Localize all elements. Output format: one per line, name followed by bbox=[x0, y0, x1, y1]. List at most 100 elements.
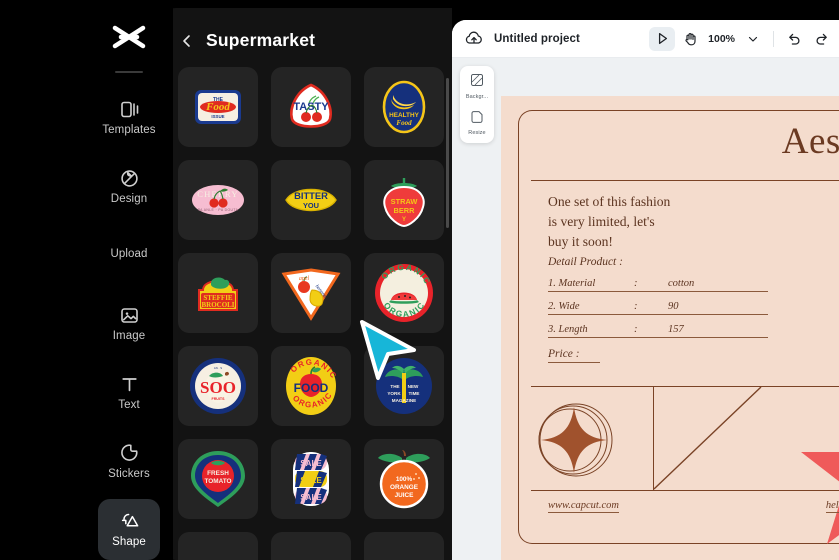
sticker-bitter-you-lemon[interactable]: BITTER YOU bbox=[271, 160, 351, 240]
red-star-shape bbox=[801, 452, 839, 544]
svg-text:FOOD: FOOD bbox=[294, 381, 329, 395]
svg-text:CHERRY: CHERRY bbox=[197, 189, 239, 199]
chevron-down-icon[interactable] bbox=[740, 27, 766, 51]
redo-icon[interactable] bbox=[809, 27, 835, 51]
pointer-cursor bbox=[360, 320, 416, 380]
sticker-strawberry[interactable]: STRAW BERR Y bbox=[364, 160, 444, 240]
sticker-partial-orange-badge[interactable] bbox=[178, 532, 258, 560]
design-page[interactable]: Aesthetic One set of this fashion is ver… bbox=[501, 96, 839, 560]
svg-text:100%: 100% bbox=[396, 476, 413, 483]
footer-website[interactable]: www.capcut.com bbox=[548, 500, 619, 513]
svg-text:YORK: YORK bbox=[387, 391, 401, 396]
detail-key: 1. Material bbox=[548, 278, 596, 289]
svg-text:Y: Y bbox=[402, 217, 406, 223]
editor-topbar: Untitled project 100% bbox=[452, 20, 839, 58]
svg-text:JUICE: JUICE bbox=[395, 492, 415, 499]
svg-text:TIME: TIME bbox=[409, 391, 420, 396]
templates-icon bbox=[119, 98, 140, 120]
svg-text:ORANGE: ORANGE bbox=[390, 484, 419, 491]
toolbar-actions: 100% bbox=[649, 26, 839, 51]
project-name[interactable]: Untitled project bbox=[494, 33, 580, 45]
sidebar-item-templates[interactable]: Templates bbox=[98, 87, 160, 148]
blurb-line: One set of this fashion bbox=[548, 194, 671, 209]
resize-icon bbox=[470, 109, 484, 128]
rule-top bbox=[531, 180, 839, 182]
shape-icon bbox=[119, 510, 140, 532]
sticker-tasty-cherries[interactable]: TASTY bbox=[271, 67, 351, 147]
image-icon bbox=[119, 304, 140, 326]
text-icon bbox=[119, 373, 140, 395]
detail-row: 1. Material : cotton bbox=[548, 278, 768, 292]
canvas-tool-panel: Backgr... Resize bbox=[460, 66, 494, 143]
sticker-apple-banana-triangle[interactable]: apel banana bbox=[271, 253, 351, 333]
sticker-partial-red-leaf[interactable] bbox=[364, 532, 444, 560]
hand-icon[interactable] bbox=[677, 27, 703, 51]
background-tool[interactable]: Backgr... bbox=[460, 73, 494, 100]
sidebar-item-shape[interactable]: Shape bbox=[98, 499, 160, 560]
rule-bottom bbox=[531, 490, 839, 492]
sticker-soo-fruits-badge[interactable]: SOO FRUITS AN · S bbox=[178, 346, 258, 426]
rail-divider bbox=[115, 71, 143, 74]
detail-row: 3. Length : 157 bbox=[548, 324, 768, 338]
footer-email[interactable]: hello@capcut.co bbox=[825, 500, 839, 513]
zoom-level[interactable]: 100% bbox=[705, 33, 738, 45]
capcut-logo-icon[interactable] bbox=[110, 22, 148, 55]
svg-text:HEALTHY: HEALTHY bbox=[389, 112, 419, 119]
svg-text:FRUITS: FRUITS bbox=[212, 397, 226, 401]
document-title: Aesthetic bbox=[781, 121, 839, 162]
sticker-steffie-brocoli[interactable]: STEFFIE BROCOLI bbox=[178, 253, 258, 333]
stickers-icon bbox=[119, 442, 140, 464]
background-icon bbox=[470, 73, 484, 92]
sidebar-item-image[interactable]: Image bbox=[98, 293, 160, 354]
document-blurb: One set of this fashion is very limited,… bbox=[548, 192, 670, 252]
editor-window: Untitled project 100% Backgr... Resize A… bbox=[452, 20, 839, 560]
sidebar-item-label: Upload bbox=[110, 248, 148, 261]
sticker-grid: THE Food ISSUE TASTY HEALTHY Food CHERRY… bbox=[160, 67, 452, 560]
cloud-save-icon[interactable] bbox=[464, 29, 484, 49]
sidebar-item-label: Text bbox=[118, 399, 140, 412]
sidebar-item-upload[interactable]: Upload bbox=[98, 225, 160, 286]
panel-scrollbar[interactable] bbox=[446, 78, 449, 228]
sidebar-item-text[interactable]: Text bbox=[98, 362, 160, 423]
svg-text:SOO: SOO bbox=[200, 378, 236, 397]
svg-text:MAGAZINE: MAGAZINE bbox=[392, 398, 417, 403]
svg-text:THE: THE bbox=[390, 384, 399, 389]
undo-icon[interactable] bbox=[781, 27, 807, 51]
svg-text:apel: apel bbox=[299, 276, 310, 282]
detail-key: 3. Length bbox=[548, 324, 588, 335]
sticker-fresh-tomato[interactable]: FRESH TOMATO bbox=[178, 439, 258, 519]
detail-key: 2. Wide bbox=[548, 301, 580, 312]
svg-text:ISSUE: ISSUE bbox=[211, 114, 224, 119]
sticker-the-food-issue[interactable]: THE Food ISSUE bbox=[178, 67, 258, 147]
blurb-line: is very limited, let's bbox=[548, 213, 655, 229]
cursor-play-icon[interactable] bbox=[649, 26, 676, 51]
sidebar-item-design[interactable]: Design bbox=[98, 156, 160, 217]
sticker-healthy-food-banana[interactable]: HEALTHY Food bbox=[364, 67, 444, 147]
background-tool-label: Backgr... bbox=[465, 94, 489, 100]
svg-text:YOU: YOU bbox=[303, 201, 319, 210]
detail-row: 2. Wide : 90 bbox=[548, 301, 768, 315]
resize-tool-label: Resize bbox=[468, 130, 486, 136]
svg-text:BITTER: BITTER bbox=[294, 190, 328, 201]
chevron-left-icon[interactable] bbox=[180, 34, 194, 48]
detail-colon: : bbox=[634, 324, 638, 335]
sidebar-item-label: Design bbox=[110, 193, 148, 206]
svg-text:FRESH: FRESH bbox=[207, 470, 229, 477]
detail-colon: : bbox=[634, 278, 638, 289]
sticker-cherry-oval[interactable]: CHERRY PA ANLE · PA DOUTA bbox=[178, 160, 258, 240]
svg-text:SALE: SALE bbox=[300, 493, 322, 502]
detail-value: 157 bbox=[668, 324, 684, 335]
panel-header: Supermarket bbox=[160, 8, 452, 67]
sticker-orange-juice[interactable]: 100% ORANGE JUICE bbox=[364, 439, 444, 519]
sticker-organic-food-apple[interactable]: FOOD ORGANIC ORGANIC bbox=[271, 346, 351, 426]
svg-text:BROCOLI: BROCOLI bbox=[201, 301, 234, 309]
sticker-partial-blank[interactable] bbox=[271, 532, 351, 560]
svg-text:PA ANLE · PA DOUTA: PA ANLE · PA DOUTA bbox=[198, 208, 239, 212]
left-rail: Templates Design Upload Image Text Stick… bbox=[85, 0, 173, 560]
detail-value: 90 bbox=[668, 301, 679, 312]
resize-tool[interactable]: Resize bbox=[460, 109, 494, 136]
blurb-line: buy it soon! bbox=[548, 233, 613, 249]
svg-text:STRAW: STRAW bbox=[391, 197, 418, 206]
sidebar-item-stickers[interactable]: Stickers bbox=[98, 431, 160, 492]
sticker-sale-stripes[interactable]: SALE SALE SALE bbox=[271, 439, 351, 519]
